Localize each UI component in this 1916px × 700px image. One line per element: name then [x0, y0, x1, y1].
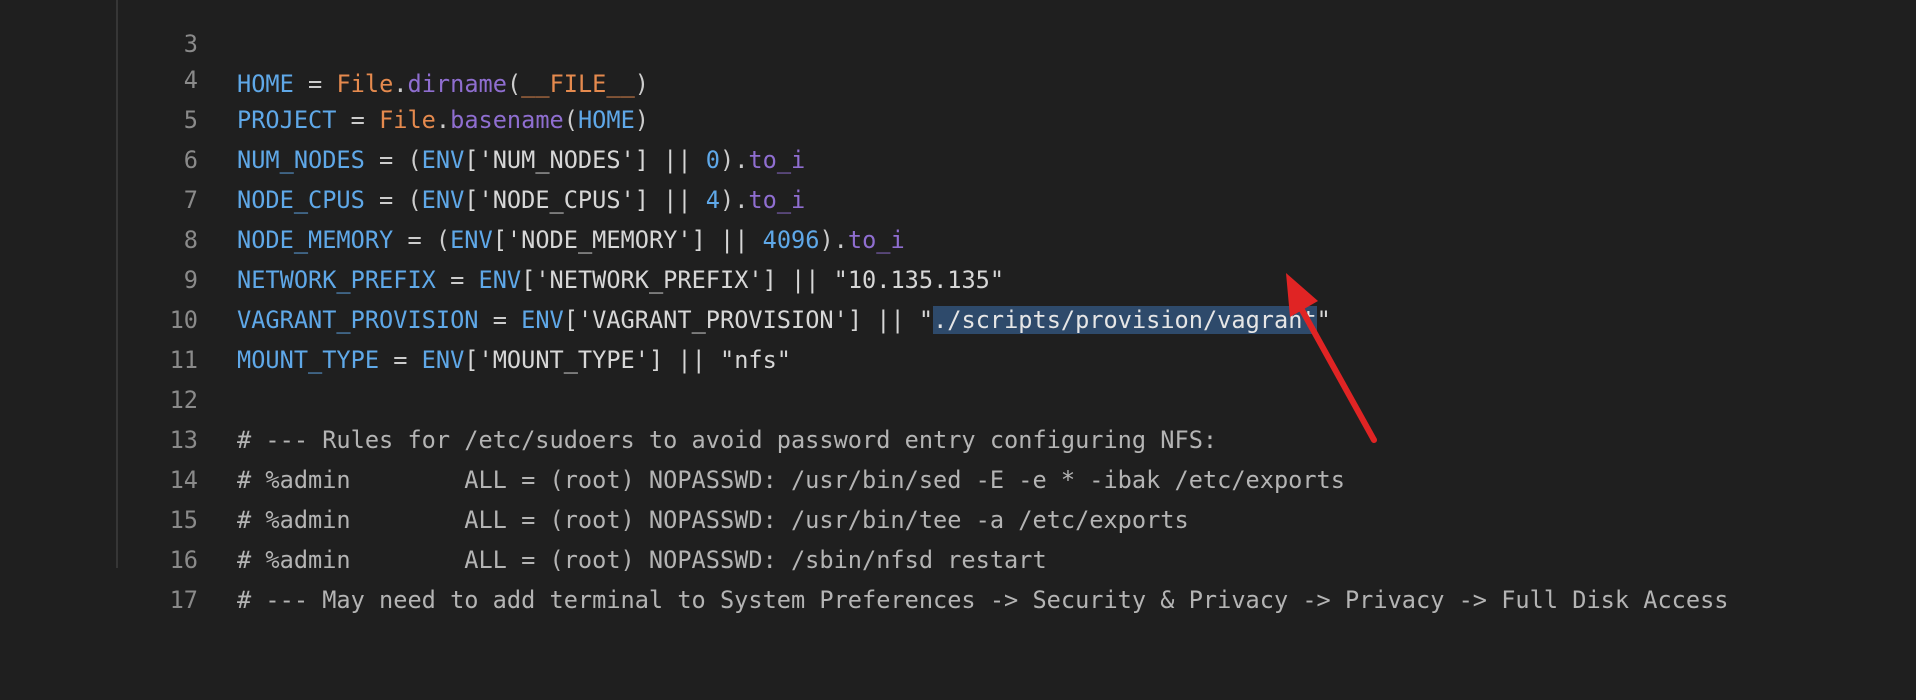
code-line[interactable]: 6 NODE_CPUS = (ENV['NODE_CPUS'] || 4).to… — [0, 100, 1916, 214]
code-line[interactable]: 8 NETWORK_PREFIX = ENV['NETWORK_PREFIX']… — [0, 180, 1916, 294]
code-line[interactable]: 10 MOUNT_TYPE = ENV['MOUNT_TYPE'] || "nf… — [0, 260, 1916, 374]
code-editor[interactable]: 3 HOME = File.dirname(__FILE__) 4 PROJEC… — [0, 0, 1916, 614]
code-line[interactable]: 13 # %admin ALL = (root) NOPASSWD: /usr/… — [0, 380, 1916, 494]
code-line[interactable]: 14 # %admin ALL = (root) NOPASSWD: /usr/… — [0, 420, 1916, 534]
code-line[interactable]: 5 NUM_NODES = (ENV['NUM_NODES'] || 0).to… — [0, 60, 1916, 174]
code-line[interactable]: 7 NODE_MEMORY = (ENV['NODE_MEMORY'] || 4… — [0, 140, 1916, 254]
code-line[interactable]: 15 # %admin ALL = (root) NOPASSWD: /sbin… — [0, 460, 1916, 574]
comment[interactable]: # --- May need to add terminal to System… — [237, 580, 1729, 620]
line-number: 17 — [169, 586, 198, 614]
code-line[interactable]: 4 PROJECT = File.basename(HOME) — [0, 20, 1916, 134]
code-line[interactable]: 9 VAGRANT_PROVISION = ENV['VAGRANT_PROVI… — [0, 220, 1916, 334]
code-line[interactable]: 16 # --- May need to add terminal to Sys… — [0, 500, 1916, 614]
code-line[interactable]: 11 — [0, 300, 1916, 374]
code-line[interactable]: 12 # --- Rules for /etc/sudoers to avoid… — [0, 340, 1916, 454]
code-line[interactable]: 17 — [0, 540, 1916, 614]
